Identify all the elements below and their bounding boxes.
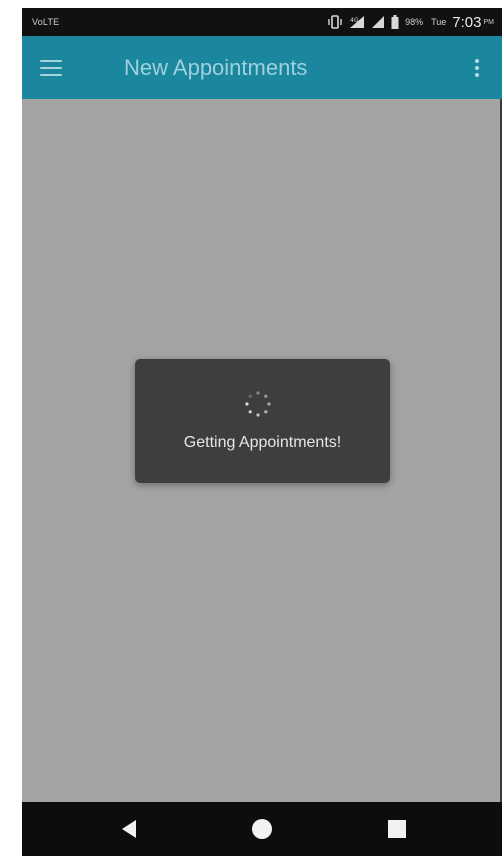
loading-message: Getting Appointments! — [183, 434, 342, 451]
battery-percent: 98% — [405, 17, 424, 27]
status-bar: VoLTE 4G 98% Tue 7:03 PM — [22, 8, 502, 36]
page-title: New Appointments — [124, 54, 308, 80]
spinner-icon — [243, 389, 273, 419]
phone-screen: VoLTE 4G 98% Tue 7:03 PM New Appointment… — [22, 8, 502, 856]
hamburger-menu-icon[interactable] — [40, 59, 62, 76]
carrier-label: VoLTE — [32, 17, 60, 27]
status-icons: 4G 98% Tue 7:03 PM — [327, 14, 494, 31]
signal-icon — [371, 15, 385, 29]
home-icon[interactable] — [249, 816, 275, 842]
vibrate-icon — [327, 15, 343, 29]
app-bar: New Appointments — [22, 36, 502, 99]
day-label: Tue — [431, 17, 447, 27]
loading-dialog: Getting Appointments! — [135, 359, 390, 483]
more-vert-icon[interactable] — [474, 58, 480, 77]
content-edge — [500, 99, 502, 802]
battery-icon — [391, 15, 399, 29]
content-area: Getting Appointments! — [22, 99, 500, 802]
recents-icon[interactable] — [384, 816, 410, 842]
back-icon[interactable] — [116, 816, 142, 842]
signal-4g-icon: 4G — [349, 15, 365, 29]
clock: 7:03 — [452, 13, 482, 31]
ampm-label: PM — [483, 18, 495, 26]
navigation-bar — [22, 802, 502, 856]
svg-text:4G: 4G — [350, 17, 359, 24]
